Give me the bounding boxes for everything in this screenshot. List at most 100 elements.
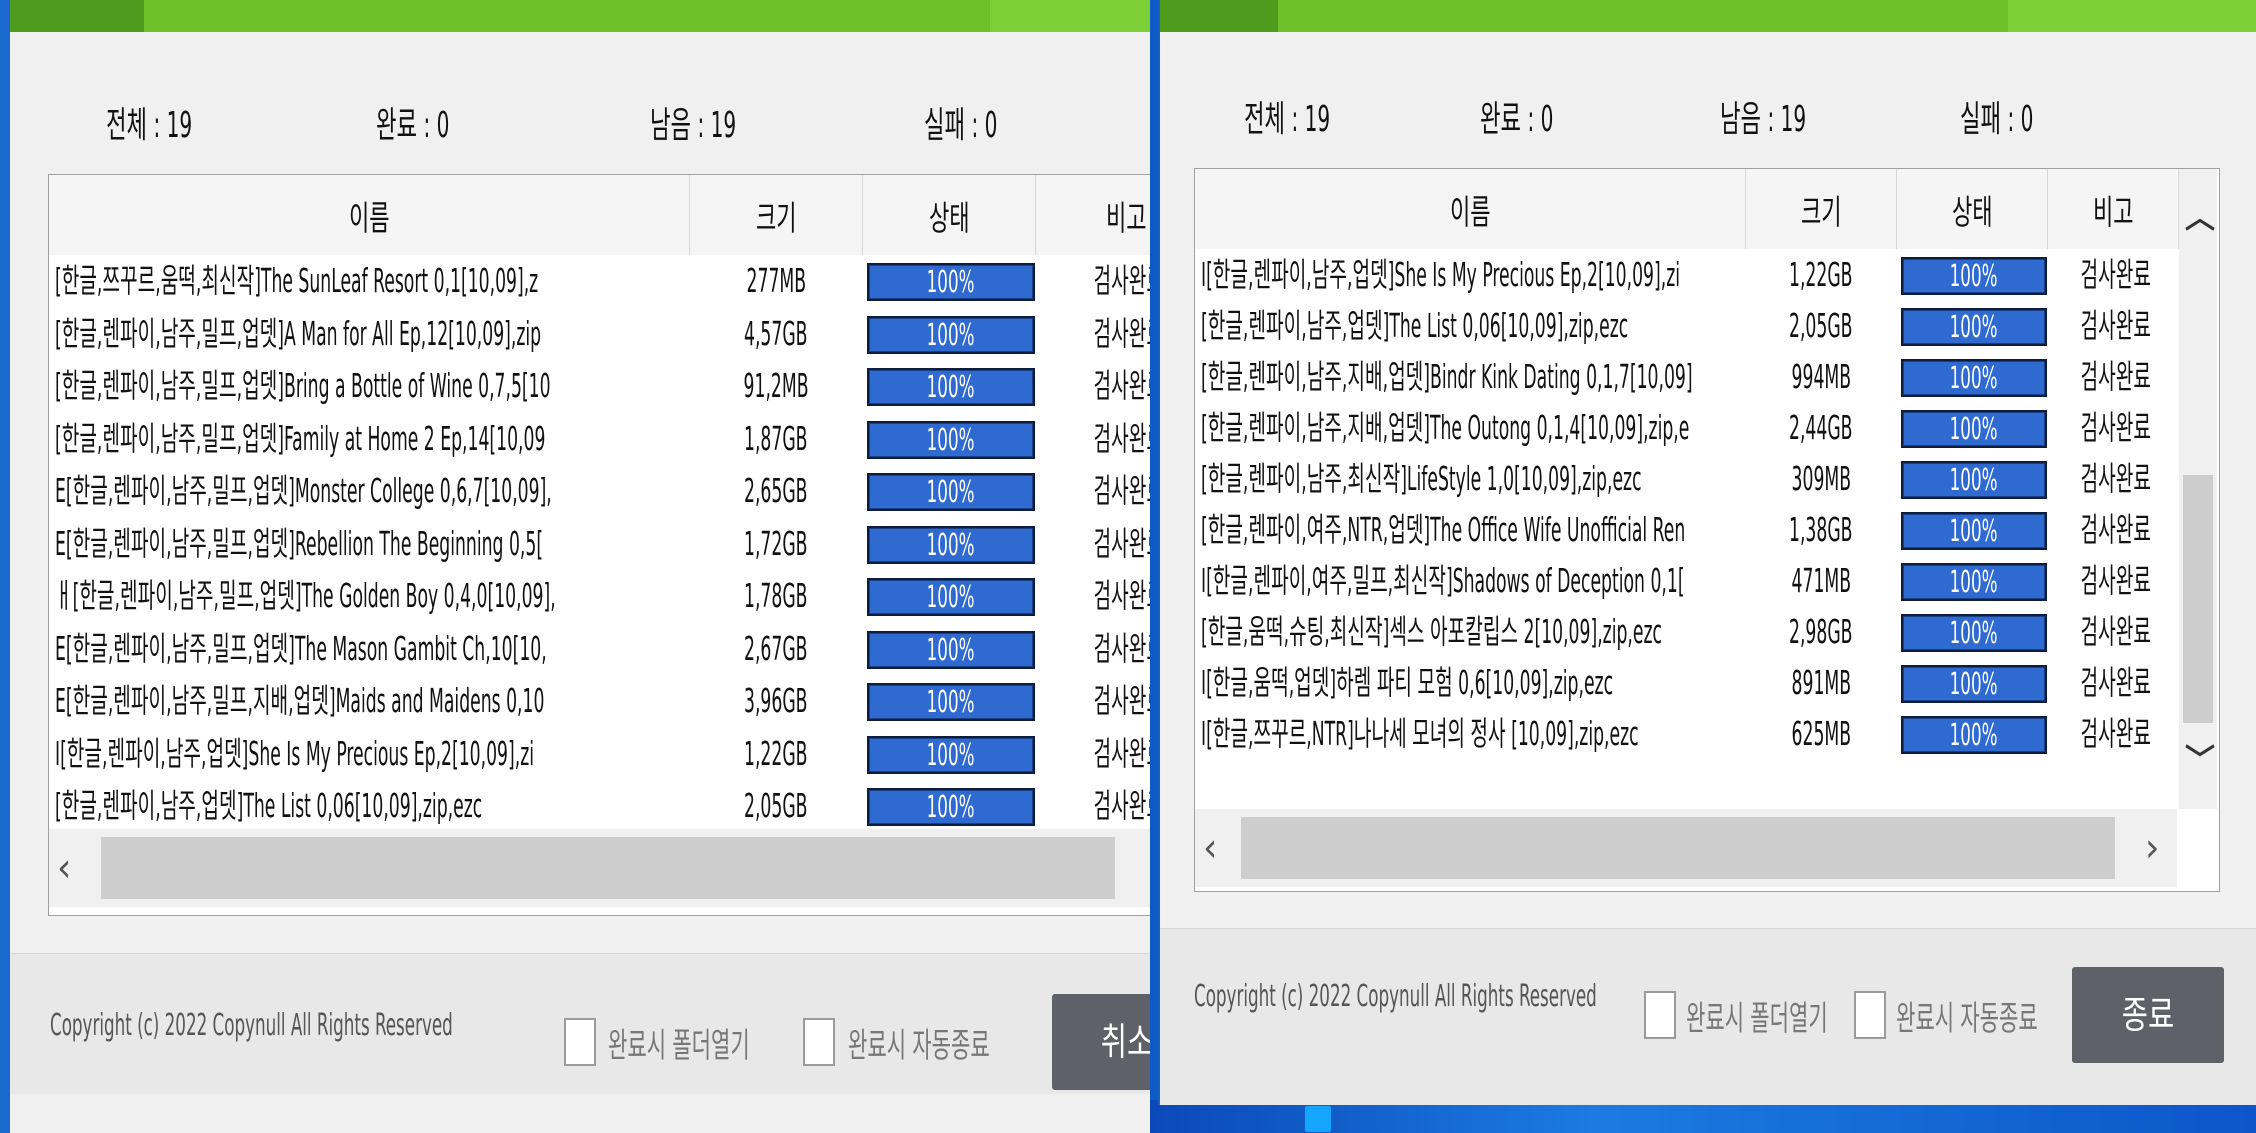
- column-note[interactable]: 비고: [1036, 175, 1150, 255]
- file-note: 검사완료: [2080, 357, 2152, 396]
- file-name: ㅐ[한글,렌파이,남주,밀프,업뎃]The Golden Boy 0,4,0[1…: [55, 576, 556, 615]
- table-row[interactable]: [한글,쯔꾸르,움떡,최신작]The SunLeaf Resort 0,1[10…: [49, 255, 1150, 307]
- left-window: 전체 : 19 완료 : 0 남음 : 19 실패 : 0 이름 크기 상태 비…: [10, 0, 1150, 1133]
- file-size: 2,65GB: [744, 471, 808, 510]
- column-size[interactable]: 크기: [1746, 169, 1897, 249]
- title-bar[interactable]: [10, 0, 1150, 32]
- file-note: 검사완료: [2080, 663, 2152, 702]
- file-note: 검사완료: [1093, 628, 1150, 668]
- column-status[interactable]: 상태: [1897, 169, 2048, 249]
- table-row[interactable]: [한글,렌파이,남주,업뎃]The List 0,06[10,09],zip,e…: [1195, 300, 2177, 352]
- table-row[interactable]: [한글,렌파이,남주,지배,업뎃]Bindr Kink Dating 0,1,7…: [1195, 351, 2177, 403]
- table-row[interactable]: [한글,렌파이,남주,밀프,업뎃]Bring a Bottle of Wine …: [49, 360, 1150, 412]
- progress-bar: 100%: [867, 473, 1035, 511]
- stats-bar: 전체 : 19 완료 : 0 남음 : 19 실패 : 0: [10, 96, 1150, 146]
- table-row[interactable]: E[한글,렌파이,남주,밀프,업뎃]Rebellion The Beginnin…: [49, 518, 1150, 570]
- progress-fill: 100%: [869, 790, 1033, 824]
- progress-fill: 100%: [1903, 718, 2045, 752]
- table-row[interactable]: I[한글,움떡,업뎃]하렘 파티 모험 0,6[10,09],zip,ezc 89…: [1195, 657, 2177, 709]
- file-size: 2,98GB: [1789, 612, 1853, 651]
- table-row[interactable]: [한글,렌파이,남주,밀프,업뎃]A Man for All Ep,12[10,…: [49, 308, 1150, 360]
- file-name: [한글,렌파이,남주,업뎃]The List 0,06[10,09],zip,e…: [1201, 306, 1629, 345]
- progress-bar: 100%: [1901, 512, 2047, 550]
- table-row[interactable]: I[한글,렌파이,여주,밀프,최신작]Shadows of Deception …: [1195, 555, 2177, 607]
- file-size: 891MB: [1791, 663, 1851, 702]
- horizontal-scrollbar[interactable]: ‹ ›: [1195, 809, 2177, 887]
- cancel-button[interactable]: 취소: [1052, 994, 1150, 1090]
- table-row[interactable]: E[한글,렌파이,남주,밀프,업뎃]Monster College 0,6,7[…: [49, 465, 1150, 517]
- progress-bar: 100%: [867, 788, 1035, 826]
- progress-bar: 100%: [1901, 665, 2047, 703]
- table-row[interactable]: ㅐ[한글,렌파이,남주,밀프,업뎃]The Golden Boy 0,4,0[1…: [49, 570, 1150, 622]
- file-note: 검사완료: [1093, 576, 1150, 615]
- table-row[interactable]: [한글,렌파이,남주,업뎃]The List 0,06[10,09],zip,e…: [49, 780, 1150, 832]
- progress-bar: 100%: [1901, 563, 2047, 601]
- stat-failed: 실패 : 0: [1960, 99, 2034, 140]
- file-name: I[한글,렌파이,여주,밀프,최신작]Shadows of Deception …: [1201, 561, 1685, 600]
- file-name: E[한글,렌파이,남주,밀프,업뎃]The Mason Gambit Ch,10…: [55, 628, 547, 668]
- table-row[interactable]: [한글,렌파이,남주,밀프,업뎃]Family at Home 2 Ep,14[…: [49, 413, 1150, 465]
- scroll-down-icon[interactable]: ﹀: [2185, 735, 2215, 779]
- scroll-right-icon[interactable]: ›: [2145, 809, 2159, 887]
- progress-fill: 100%: [1903, 463, 2045, 497]
- auto-close-checkbox[interactable]: [803, 1018, 835, 1066]
- auto-close-checkbox[interactable]: [1854, 991, 1886, 1039]
- file-note: 검사완료: [1093, 366, 1150, 405]
- progress-bar: 100%: [867, 630, 1035, 669]
- file-note: 검사완료: [1093, 733, 1150, 773]
- progress-bar: 100%: [1901, 461, 2047, 499]
- file-size: 277MB: [746, 261, 806, 300]
- progress-bar: 100%: [1901, 410, 2047, 448]
- close-button[interactable]: 종료: [2072, 967, 2224, 1063]
- file-size: 2,67GB: [744, 628, 808, 668]
- scroll-left-icon[interactable]: ‹: [1203, 809, 1217, 887]
- table-row[interactable]: I[한글,렌파이,남주,업뎃]She Is My Precious Ep,2[1…: [49, 728, 1150, 780]
- file-size: 2,05GB: [1789, 306, 1853, 345]
- file-note: 검사완료: [2080, 459, 2152, 498]
- table-row[interactable]: [한글,움떡,슈팅,최신작]섹스 아포칼립스 2[10,09],zip,ezc 2…: [1195, 606, 2177, 658]
- table-row[interactable]: I[한글,쯔꾸르,NTR]나나세 모녀의 정사 [10,09],zip,ezc 6…: [1195, 708, 2177, 760]
- progress-fill: 100%: [869, 527, 1033, 562]
- progress-fill: 100%: [869, 422, 1033, 457]
- column-status[interactable]: 상태: [863, 175, 1036, 255]
- horizontal-scrollbar[interactable]: ‹ ›: [49, 829, 1150, 907]
- file-name: [한글,렌파이,남주,업뎃]The List 0,06[10,09],zip,e…: [55, 786, 483, 825]
- file-size: 994MB: [1791, 357, 1851, 396]
- column-note[interactable]: 비고: [2048, 169, 2179, 249]
- table-row[interactable]: E[한글,렌파이,남주,밀프,업뎃]The Mason Gambit Ch,10…: [49, 623, 1150, 675]
- windows-start-icon[interactable]: [1305, 1106, 1331, 1132]
- column-size[interactable]: 크기: [690, 175, 863, 255]
- vertical-scrollbar[interactable]: ︿ ﹀: [2179, 169, 2217, 809]
- file-note: 검사완료: [1093, 471, 1150, 510]
- progress-bar: 100%: [867, 735, 1035, 774]
- column-name[interactable]: 이름: [49, 175, 690, 255]
- file-name: I[한글,움떡,업뎃]하렘 파티 모험 0,6[10,09],zip,ezc: [1201, 663, 1614, 702]
- progress-fill: 100%: [869, 580, 1033, 614]
- open-folder-checkbox[interactable]: [564, 1018, 596, 1066]
- file-note: 검사완료: [2080, 408, 2152, 447]
- progress-bar: 100%: [867, 525, 1035, 564]
- scroll-thumb[interactable]: [2183, 475, 2213, 723]
- file-size: 1,87GB: [744, 418, 808, 458]
- scroll-thumb[interactable]: [101, 837, 1115, 899]
- file-name: [한글,렌파이,남주,지배,업뎃]The Outong 0,1,4[10,09]…: [1201, 408, 1690, 447]
- file-size: 625MB: [1791, 714, 1851, 753]
- stat-done: 완료 : 0: [376, 105, 450, 146]
- scroll-thumb[interactable]: [1241, 817, 2115, 879]
- table-row[interactable]: [한글,렌파이,여주,NTR,업뎃]The Office Wife Unoffi…: [1195, 504, 2177, 556]
- progress-fill: 100%: [1903, 310, 2045, 344]
- table-row[interactable]: E[한글,렌파이,남주,밀프,지배,업뎃]Maids and Maidens 0…: [49, 675, 1150, 727]
- progress-fill: 100%: [869, 265, 1033, 299]
- table-row[interactable]: I[한글,렌파이,남주,업뎃]She Is My Precious Ep,2[1…: [1195, 249, 2177, 301]
- file-note: 검사완료: [2080, 561, 2152, 600]
- scroll-left-icon[interactable]: ‹: [57, 829, 71, 907]
- file-name: [한글,쯔꾸르,움떡,최신작]The SunLeaf Resort 0,1[10…: [55, 261, 539, 300]
- title-bar[interactable]: [1160, 0, 2256, 32]
- scroll-up-icon[interactable]: ︿: [2185, 193, 2215, 237]
- file-name: I[한글,쯔꾸르,NTR]나나세 모녀의 정사 [10,09],zip,ezc: [1201, 714, 1639, 753]
- table-row[interactable]: [한글,렌파이,남주,최신작]LifeStyle 1,0[10,09],zip,…: [1195, 453, 2177, 505]
- open-folder-checkbox[interactable]: [1644, 991, 1676, 1039]
- table-row[interactable]: [한글,렌파이,남주,지배,업뎃]The Outong 0,1,4[10,09]…: [1195, 402, 2177, 454]
- scroll-right-icon[interactable]: ›: [1149, 829, 1150, 907]
- column-name[interactable]: 이름: [1195, 169, 1746, 249]
